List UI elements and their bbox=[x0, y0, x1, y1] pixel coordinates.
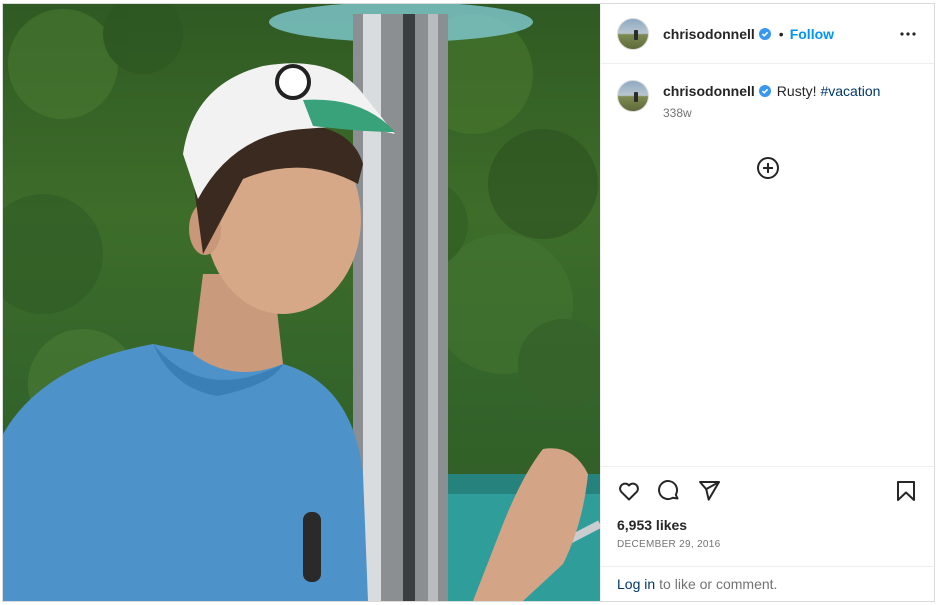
more-options-icon[interactable] bbox=[896, 22, 920, 46]
caption-body: chrisodonnell Rusty! #vacation 338w bbox=[663, 80, 880, 120]
caption-text: Rusty! bbox=[776, 83, 817, 99]
avatar-figure bbox=[634, 29, 638, 40]
heart-icon[interactable] bbox=[617, 479, 641, 503]
paper-plane-icon[interactable] bbox=[697, 479, 721, 503]
caption-time: 338w bbox=[663, 106, 692, 120]
post-side-panel: chrisodonnell • Follow chrisodonnell Rus… bbox=[600, 4, 934, 601]
post-container: chrisodonnell • Follow chrisodonnell Rus… bbox=[2, 3, 935, 602]
header-separator: • bbox=[778, 25, 784, 42]
caption-avatar[interactable] bbox=[617, 80, 649, 112]
verified-badge-icon bbox=[758, 85, 771, 97]
caption-hashtag[interactable]: #vacation bbox=[820, 82, 880, 100]
bookmark-icon[interactable] bbox=[894, 479, 918, 503]
verified-badge-icon bbox=[758, 27, 771, 40]
header-username[interactable]: chrisodonnell bbox=[663, 26, 755, 42]
caption-line: chrisodonnell Rusty! #vacation bbox=[663, 82, 880, 100]
actions-section: 6,953 likes DECEMBER 29, 2016 bbox=[601, 466, 934, 566]
avatar[interactable] bbox=[617, 17, 649, 50]
login-link[interactable]: Log in bbox=[617, 576, 655, 592]
photo-illustration bbox=[3, 4, 600, 601]
avatar-figure bbox=[634, 92, 638, 102]
plus-circle-icon[interactable] bbox=[756, 156, 780, 180]
follow-button[interactable]: Follow bbox=[790, 26, 834, 42]
login-prompt: Log in to like or comment. bbox=[601, 566, 934, 601]
caption-username[interactable]: chrisodonnell bbox=[663, 82, 755, 100]
login-prompt-text: to like or comment. bbox=[659, 576, 778, 592]
comments-section: chrisodonnell Rusty! #vacation 338w bbox=[601, 64, 934, 466]
post-header: chrisodonnell • Follow bbox=[601, 4, 934, 64]
post-date: DECEMBER 29, 2016 bbox=[617, 539, 721, 550]
caption-row: chrisodonnell Rusty! #vacation 338w bbox=[617, 80, 918, 120]
likes-count[interactable]: 6,953 likes bbox=[617, 517, 918, 533]
post-photo[interactable] bbox=[3, 4, 600, 601]
action-icons bbox=[617, 479, 918, 503]
comment-icon[interactable] bbox=[657, 479, 681, 503]
